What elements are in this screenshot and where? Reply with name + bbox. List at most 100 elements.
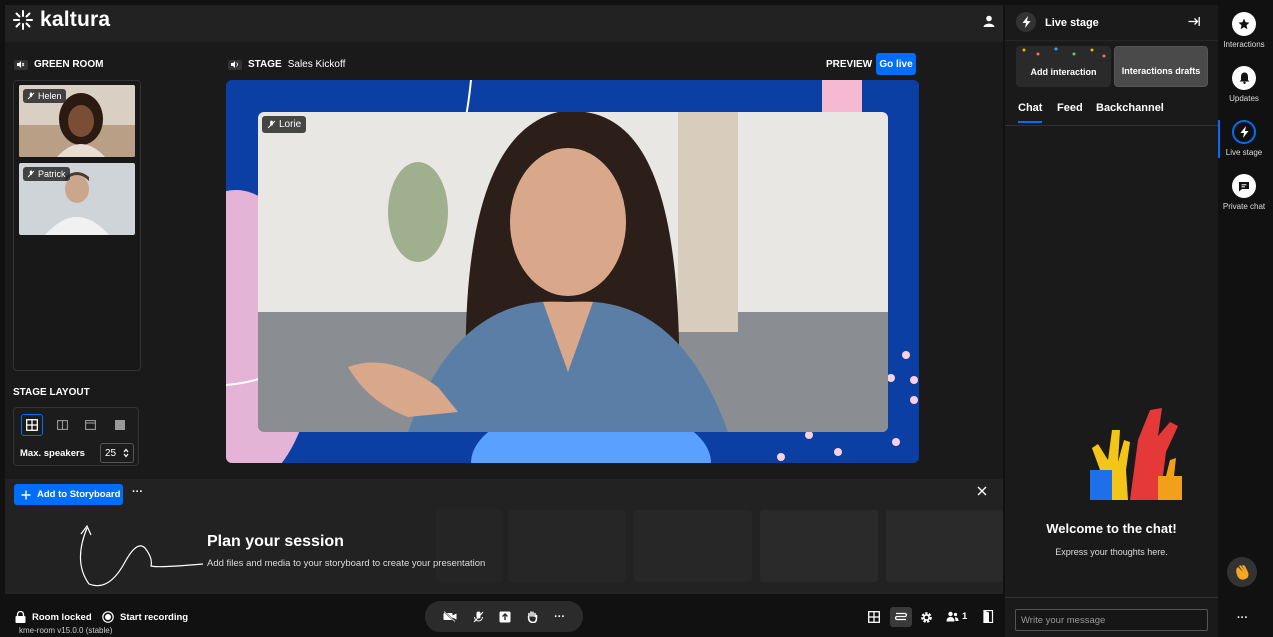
plan-session-subtitle: Add files and media to your storyboard t…: [207, 558, 486, 569]
mic-off-icon[interactable]: [473, 611, 484, 623]
participant-name: Patrick: [38, 169, 66, 179]
stage-title: Sales Kickoff: [287, 59, 346, 70]
stepper-arrows-icon[interactable]: [123, 448, 129, 458]
hands-illustration: [1090, 408, 1182, 500]
confetti-icon: [1022, 47, 1106, 58]
close-storyboard-icon[interactable]: [977, 486, 987, 496]
chat-message-input[interactable]: Write your message: [1015, 609, 1208, 631]
storyboard-slot: [886, 510, 1003, 582]
mic-off-icon: [267, 120, 276, 129]
storyboard-slot: [760, 510, 878, 582]
green-room-header: GREEN ROOM: [14, 59, 103, 70]
speaker-icon[interactable]: [14, 59, 28, 70]
welcome-subtitle: Express your thoughts here.: [1055, 547, 1168, 557]
version-label: kme-room v15.0.0 (stable): [19, 626, 113, 635]
layout-side-by-side-button[interactable]: [51, 414, 73, 436]
welcome-title: Welcome to the chat!: [1046, 521, 1177, 536]
add-to-storyboard-label: Add to Storyboard: [37, 489, 121, 500]
stage-header: STAGE Sales Kickoff: [228, 59, 345, 70]
camera-off-icon[interactable]: [443, 611, 457, 622]
speaker-name: Lorie: [279, 119, 302, 130]
add-to-storyboard-button[interactable]: Add to Storyboard: [14, 484, 123, 505]
record-icon: [102, 611, 114, 623]
stage-layout-label: STAGE LAYOUT: [13, 387, 90, 398]
add-interaction-label: Add interaction: [1030, 67, 1097, 77]
lock-icon: [15, 611, 26, 623]
tab-backchannel[interactable]: Backchannel: [1096, 102, 1164, 114]
bolt-icon: [1016, 12, 1036, 32]
mic-off-icon: [27, 170, 35, 178]
rail-item-label: Private chat: [1222, 202, 1266, 211]
room-locked-button[interactable]: Room locked: [15, 611, 92, 623]
tab-feed[interactable]: Feed: [1057, 102, 1083, 114]
right-panel: [1005, 5, 1218, 637]
mic-off-icon: [27, 92, 35, 100]
media-controls: ···: [425, 601, 583, 632]
leave-room-icon[interactable]: [983, 610, 994, 623]
speaker-icon[interactable]: [228, 59, 242, 70]
participant-name: Helen: [38, 91, 62, 101]
rail-item-updates[interactable]: Updates: [1218, 66, 1270, 103]
participant-tag: Patrick: [23, 167, 70, 181]
rail-more-button[interactable]: ···: [1237, 612, 1248, 624]
stage-layout-box: Max. speakers 25: [13, 407, 139, 466]
participants-button[interactable]: 1: [946, 611, 967, 622]
go-live-button[interactable]: Go live: [876, 53, 916, 75]
active-tab-indicator: [1018, 121, 1042, 123]
share-screen-icon[interactable]: [499, 611, 511, 623]
speaker-video: Lorie: [258, 112, 888, 432]
start-recording-label: Start recording: [120, 611, 189, 623]
start-recording-button[interactable]: Start recording: [102, 611, 188, 623]
storyboard-slot: [508, 510, 626, 582]
rail-item-live-stage[interactable]: Live stage: [1218, 120, 1270, 157]
plan-session-title: Plan your session: [207, 533, 344, 550]
participant-count: 1: [962, 611, 968, 622]
preview-label: PREVIEW: [826, 59, 873, 70]
rail-item-label: Updates: [1229, 94, 1259, 103]
rail-item-label: Live stage: [1225, 148, 1263, 157]
tabs-divider: [1005, 125, 1218, 126]
arrow-doodle-icon: [79, 524, 204, 587]
panel-title: Live stage: [1045, 17, 1099, 29]
storyboard-more-button[interactable]: ···: [132, 486, 143, 498]
layout-grid-button[interactable]: [21, 414, 43, 436]
green-room-label: GREEN ROOM: [34, 59, 104, 70]
settings-gear-icon[interactable]: [920, 611, 933, 624]
chat-icon: [1232, 174, 1256, 198]
green-room-panel: Helen Patrick: [13, 80, 141, 371]
max-speakers-value: 25: [105, 447, 117, 459]
room-locked-label: Room locked: [32, 611, 92, 623]
speaker-tag: Lorie: [262, 116, 307, 133]
star-icon: [1232, 12, 1256, 36]
layout-spotlight-button[interactable]: [79, 414, 101, 436]
reactions-wave-icon[interactable]: [1227, 557, 1257, 587]
tab-chat[interactable]: Chat: [1018, 102, 1042, 114]
participant-tile-helen[interactable]: Helen: [19, 85, 135, 157]
grid-view-icon[interactable]: [868, 611, 880, 623]
max-speakers-stepper[interactable]: 25: [100, 443, 134, 463]
storyboard-toggle-icon[interactable]: [890, 607, 912, 627]
add-interaction-button[interactable]: Add interaction: [1016, 46, 1111, 87]
layout-single-button[interactable]: [109, 414, 131, 436]
max-speakers-label: Max. speakers: [20, 448, 85, 459]
rail-item-interactions[interactable]: Interactions: [1218, 12, 1270, 49]
interactions-drafts-button[interactable]: Interactions drafts: [1114, 46, 1208, 87]
controls-more-button[interactable]: ···: [554, 611, 565, 623]
storyboard-slot: [436, 510, 502, 582]
bolt-icon: [1232, 120, 1256, 144]
participants-icon: [946, 611, 959, 622]
plus-icon: [21, 490, 31, 500]
top-bar: [5, 5, 1003, 42]
logo-text: kaltura: [40, 8, 111, 31]
collapse-panel-icon[interactable]: [1188, 16, 1200, 27]
panel-header: Live stage: [1005, 5, 1218, 41]
participant-tile-patrick[interactable]: Patrick: [19, 163, 135, 235]
stage-canvas: Lorie: [226, 80, 919, 463]
raise-hand-icon[interactable]: [527, 610, 538, 623]
rail-item-private-chat[interactable]: Private chat: [1218, 174, 1270, 211]
user-icon[interactable]: [983, 15, 995, 27]
rail-item-label: Interactions: [1223, 40, 1265, 49]
participant-tag: Helen: [23, 89, 66, 103]
chat-input-divider: [1005, 597, 1218, 598]
stage-label: STAGE: [248, 59, 282, 70]
